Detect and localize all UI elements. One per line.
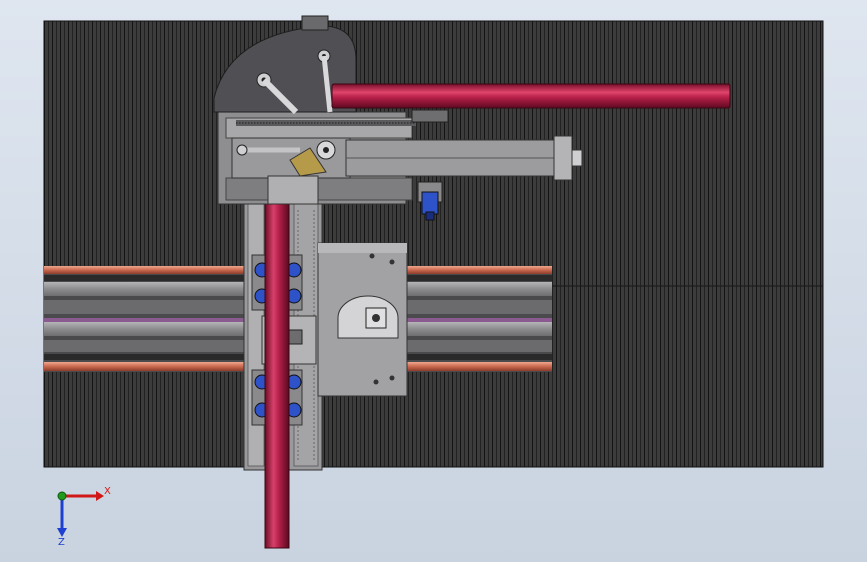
axis-x-label: X <box>104 486 111 497</box>
linear-rail-left <box>44 266 244 372</box>
slider-plate <box>317 242 408 397</box>
arrow-right-icon <box>96 491 104 501</box>
axis-z-label: Z <box>58 537 65 548</box>
tube-vertical <box>264 199 290 549</box>
tube-horizontal <box>331 83 731 109</box>
arrow-down-icon <box>57 528 67 537</box>
cad-viewport[interactable]: X Z <box>0 0 867 562</box>
pneumatic-cylinder <box>345 135 583 181</box>
coordinate-triad: X Z <box>57 486 111 548</box>
linear-rail-right <box>405 266 552 372</box>
dot-icon <box>57 491 67 501</box>
